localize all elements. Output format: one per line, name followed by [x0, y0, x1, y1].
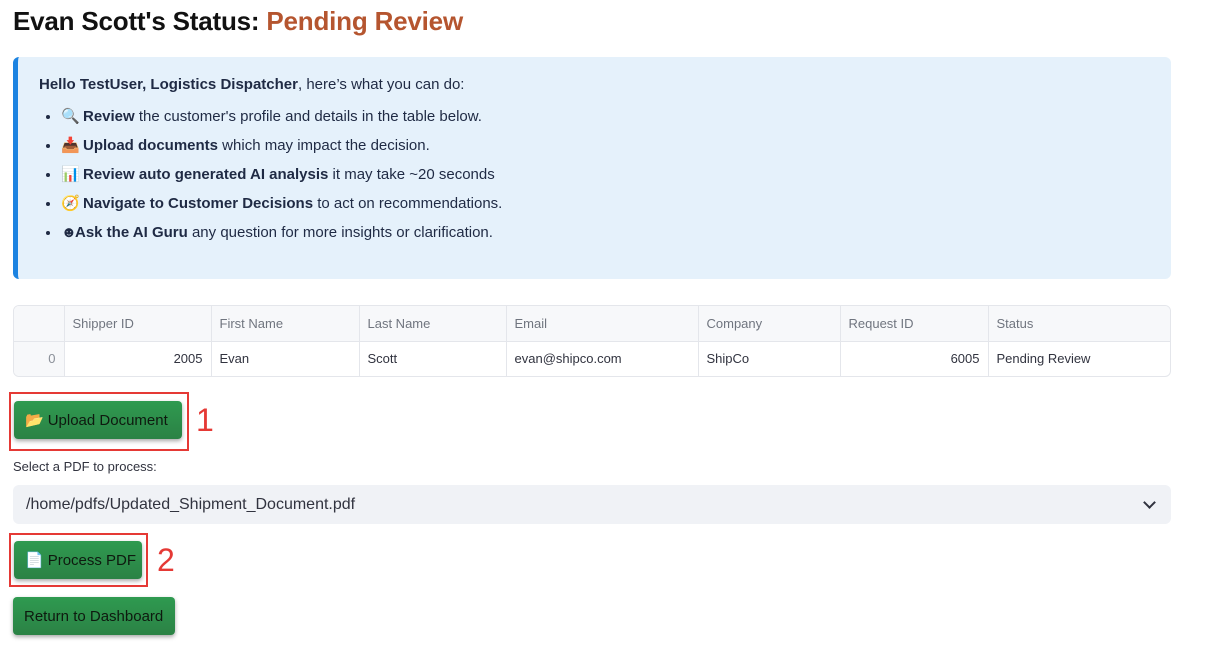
column-header-company[interactable]: Company [698, 306, 841, 342]
cell-company[interactable]: ShipCo [698, 341, 841, 376]
folder-icon: 📂 [25, 412, 44, 429]
upload-document-button[interactable]: 📂 Upload Document [14, 401, 182, 439]
cell-email[interactable]: evan@shipco.com [506, 341, 699, 376]
info-item-text: the customer's profile and details in th… [134, 108, 482, 125]
magnifier-icon: 🔍 [61, 108, 80, 125]
column-header-status[interactable]: Status [988, 306, 1170, 342]
info-list: 🔍Review the customer's profile and detai… [39, 107, 1151, 243]
column-header-request-id[interactable]: Request ID [840, 306, 989, 342]
column-header-first-name[interactable]: First Name [211, 306, 360, 342]
column-header-email[interactable]: Email [506, 306, 699, 342]
inbox-tray-icon: 📥 [61, 137, 80, 154]
info-item-analysis: 📊Review auto generated AI analysis it ma… [61, 165, 1151, 185]
title-prefix: Evan Scott's Status: [13, 6, 267, 36]
annotation-number-1: 1 [196, 402, 214, 438]
column-header-last-name[interactable]: Last Name [359, 306, 507, 342]
cell-last-name[interactable]: Scott [359, 341, 507, 376]
chevron-down-icon [1143, 496, 1156, 509]
info-item-text: which may impact the decision. [218, 137, 430, 154]
title-status: Pending Review [266, 6, 463, 36]
process-pdf-button[interactable]: 📄 Process PDF [14, 541, 142, 579]
info-item-bold: Upload documents [83, 137, 219, 154]
info-item-text: any question for more insights or clarif… [187, 224, 493, 241]
process-pdf-label: Process PDF [47, 551, 137, 569]
info-item-bold: Navigate to Customer Decisions [83, 195, 314, 212]
pdf-select[interactable]: /home/pdfs/Updated_Shipment_Document.pdf [13, 485, 1171, 524]
guru-face-icon: ☻ [61, 224, 77, 241]
info-item-navigate: 🧭Navigate to Customer Decisions to act o… [61, 194, 1151, 214]
info-item-text: it may take ~20 seconds [328, 166, 495, 183]
table-header-row: Shipper ID First Name Last Name Email Co… [14, 306, 1170, 342]
customer-table[interactable]: Shipper ID First Name Last Name Email Co… [13, 305, 1171, 377]
compass-icon: 🧭 [61, 195, 80, 212]
info-box: Hello TestUser, Logistics Dispatcher, he… [13, 57, 1171, 279]
return-to-dashboard-label: Return to Dashboard [24, 607, 164, 625]
return-to-dashboard-button[interactable]: Return to Dashboard [13, 597, 175, 635]
info-greeting: Hello TestUser, Logistics Dispatcher, he… [39, 75, 1151, 95]
pdf-select-label: Select a PDF to process: [13, 459, 157, 474]
column-header-shipper-id[interactable]: Shipper ID [64, 306, 212, 342]
annotation-number-2: 2 [157, 542, 175, 578]
page-icon: 📄 [25, 552, 44, 569]
info-item-bold: Review auto generated AI analysis [83, 166, 329, 183]
info-item-bold: Ask the AI Guru [75, 224, 188, 241]
page: Evan Scott's Status: Pending Review Hell… [0, 0, 1213, 645]
pdf-select-value: /home/pdfs/Updated_Shipment_Document.pdf [26, 495, 356, 513]
row-index: 0 [14, 341, 65, 376]
info-item-guru: ☻Ask the AI Guru any question for more i… [61, 223, 1151, 243]
page-title: Evan Scott's Status: Pending Review [13, 6, 463, 37]
upload-document-label: Upload Document [47, 411, 168, 429]
cell-status[interactable]: Pending Review [988, 341, 1170, 376]
info-item-review: 🔍Review the customer's profile and detai… [61, 107, 1151, 127]
info-item-bold: Review [83, 108, 135, 125]
cell-first-name[interactable]: Evan [211, 341, 360, 376]
cell-request-id[interactable]: 6005 [840, 341, 989, 376]
bar-chart-icon: 📊 [61, 166, 80, 183]
table-row: 0 2005 Evan Scott evan@shipco.com ShipCo… [14, 341, 1170, 376]
info-item-text: to act on recommendations. [313, 195, 503, 212]
column-header-index [14, 306, 65, 342]
cell-shipper-id[interactable]: 2005 [64, 341, 212, 376]
greeting-user: Hello TestUser, Logistics Dispatcher [39, 76, 298, 93]
greeting-rest: , here’s what you can do: [297, 76, 465, 93]
info-item-upload: 📥Upload documents which may impact the d… [61, 136, 1151, 156]
